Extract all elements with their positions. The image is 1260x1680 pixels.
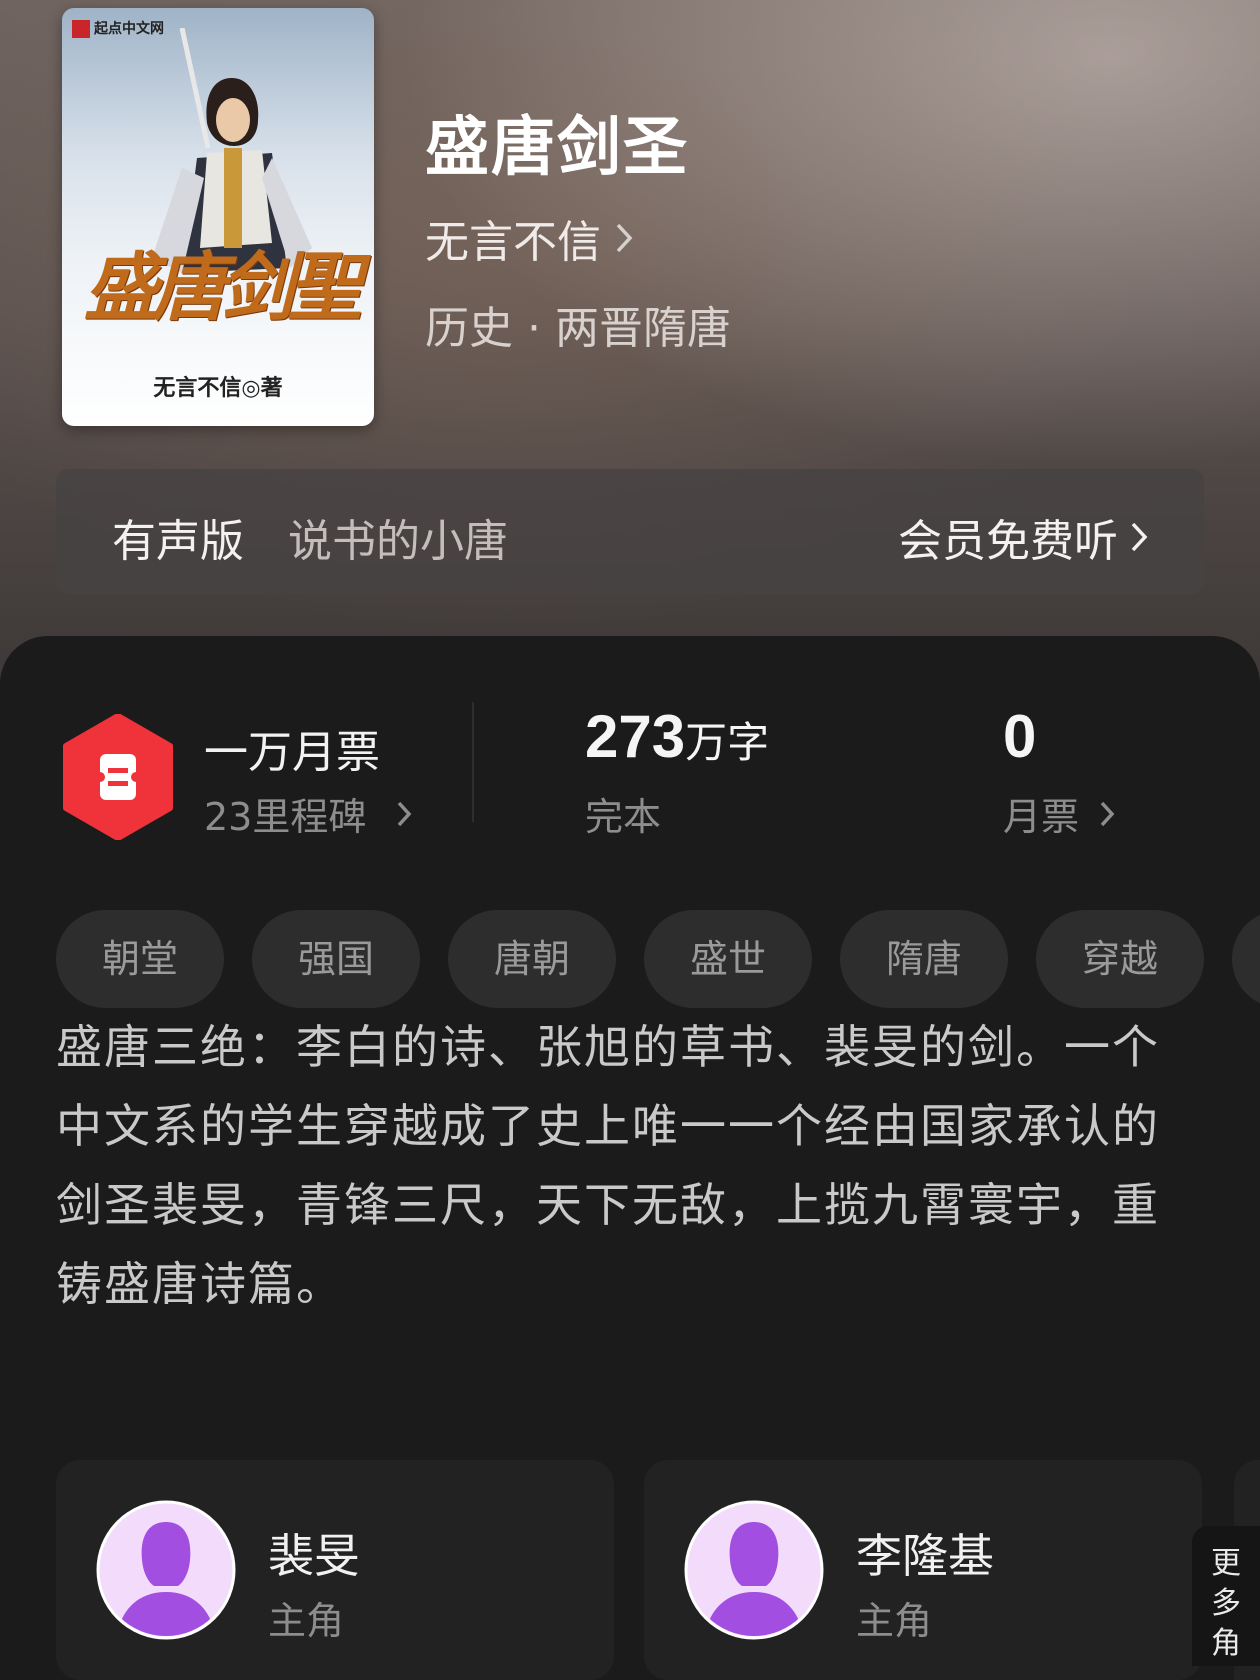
character-card[interactable]: 裴旻 主角 bbox=[56, 1460, 614, 1680]
monthly-ticket-badge-icon bbox=[63, 714, 173, 840]
character-role: 主角 bbox=[856, 1599, 933, 1643]
author-name: 无言不信 bbox=[425, 217, 601, 268]
tag-list: 朝堂 强国 唐朝 盛世 隋唐 穿越 bbox=[56, 910, 1260, 1010]
cover-title-art: 盛唐剑聖 bbox=[84, 245, 362, 331]
ticket-rank-title: 一万月票 bbox=[204, 727, 380, 778]
member-free-listen-button[interactable]: 会员免费听 bbox=[898, 505, 1148, 569]
audio-version-bar[interactable]: 有声版 说书的小唐 会员免费听 bbox=[56, 469, 1204, 594]
monthly-votes-count: 0 bbox=[1003, 703, 1037, 770]
chevron-right-icon bbox=[398, 801, 412, 826]
chevron-right-icon bbox=[616, 223, 633, 253]
chevron-right-icon bbox=[1100, 801, 1115, 826]
completion-status: 完本 bbox=[585, 795, 662, 839]
tag-chip[interactable]: 强国 bbox=[252, 910, 420, 1008]
more-characters-label: 更多角 bbox=[1211, 1546, 1241, 1661]
monthly-votes-label: 月票 bbox=[1003, 795, 1080, 839]
word-count: 273万字 bbox=[585, 702, 769, 771]
book-synopsis[interactable]: 盛唐三绝：李白的诗、张旭的草书、裴旻的剑。一个中文系的学生穿越成了史上唯一一个经… bbox=[56, 1008, 1206, 1324]
tag-chip[interactable]: 隋唐 bbox=[840, 910, 1008, 1008]
character-avatar-icon bbox=[96, 1500, 236, 1640]
book-detail-panel: 一万月票 23里程碑 273万字 完本 0 月票 朝堂 强国 唐朝 盛世 隋唐 … bbox=[0, 636, 1260, 1680]
tag-chip[interactable]: 穿越 bbox=[1036, 910, 1204, 1008]
tag-chip-partial[interactable] bbox=[1232, 910, 1260, 1008]
tag-chip[interactable]: 盛世 bbox=[644, 910, 812, 1008]
milestone-label: 23里程碑 bbox=[204, 795, 367, 839]
word-count-number: 273 bbox=[585, 703, 686, 770]
audio-narrator: 说书的小唐 bbox=[288, 516, 508, 567]
tag-chip[interactable]: 朝堂 bbox=[56, 910, 224, 1008]
book-cover[interactable]: 起点中文网 盛唐剑聖 无言不信◎著 bbox=[62, 8, 374, 426]
character-role: 主角 bbox=[268, 1599, 345, 1643]
character-avatar-icon bbox=[684, 1500, 824, 1640]
tag-chip[interactable]: 唐朝 bbox=[448, 910, 616, 1008]
cover-author-credit: 无言不信◎著 bbox=[153, 375, 283, 401]
milestone-link[interactable]: 23里程碑 bbox=[204, 786, 412, 841]
character-name: 裴旻 bbox=[268, 1529, 360, 1583]
author-link[interactable]: 无言不信 bbox=[425, 206, 633, 270]
audio-label: 有声版 bbox=[112, 516, 244, 567]
publisher-logo-icon bbox=[72, 20, 90, 38]
book-title: 盛唐剑圣 bbox=[425, 110, 689, 185]
monthly-votes-link[interactable]: 月票 bbox=[1003, 786, 1115, 841]
book-genre[interactable]: 历史 · 两晋隋唐 bbox=[425, 292, 731, 356]
character-card[interactable]: 李隆基 主角 bbox=[644, 1460, 1202, 1680]
chevron-right-icon bbox=[1131, 522, 1148, 552]
character-name: 李隆基 bbox=[856, 1529, 994, 1583]
member-free-listen-label: 会员免费听 bbox=[898, 516, 1118, 567]
more-characters-button[interactable]: 更多角 bbox=[1192, 1526, 1260, 1666]
stats-divider bbox=[472, 702, 474, 822]
word-count-unit: 万字 bbox=[685, 718, 770, 767]
